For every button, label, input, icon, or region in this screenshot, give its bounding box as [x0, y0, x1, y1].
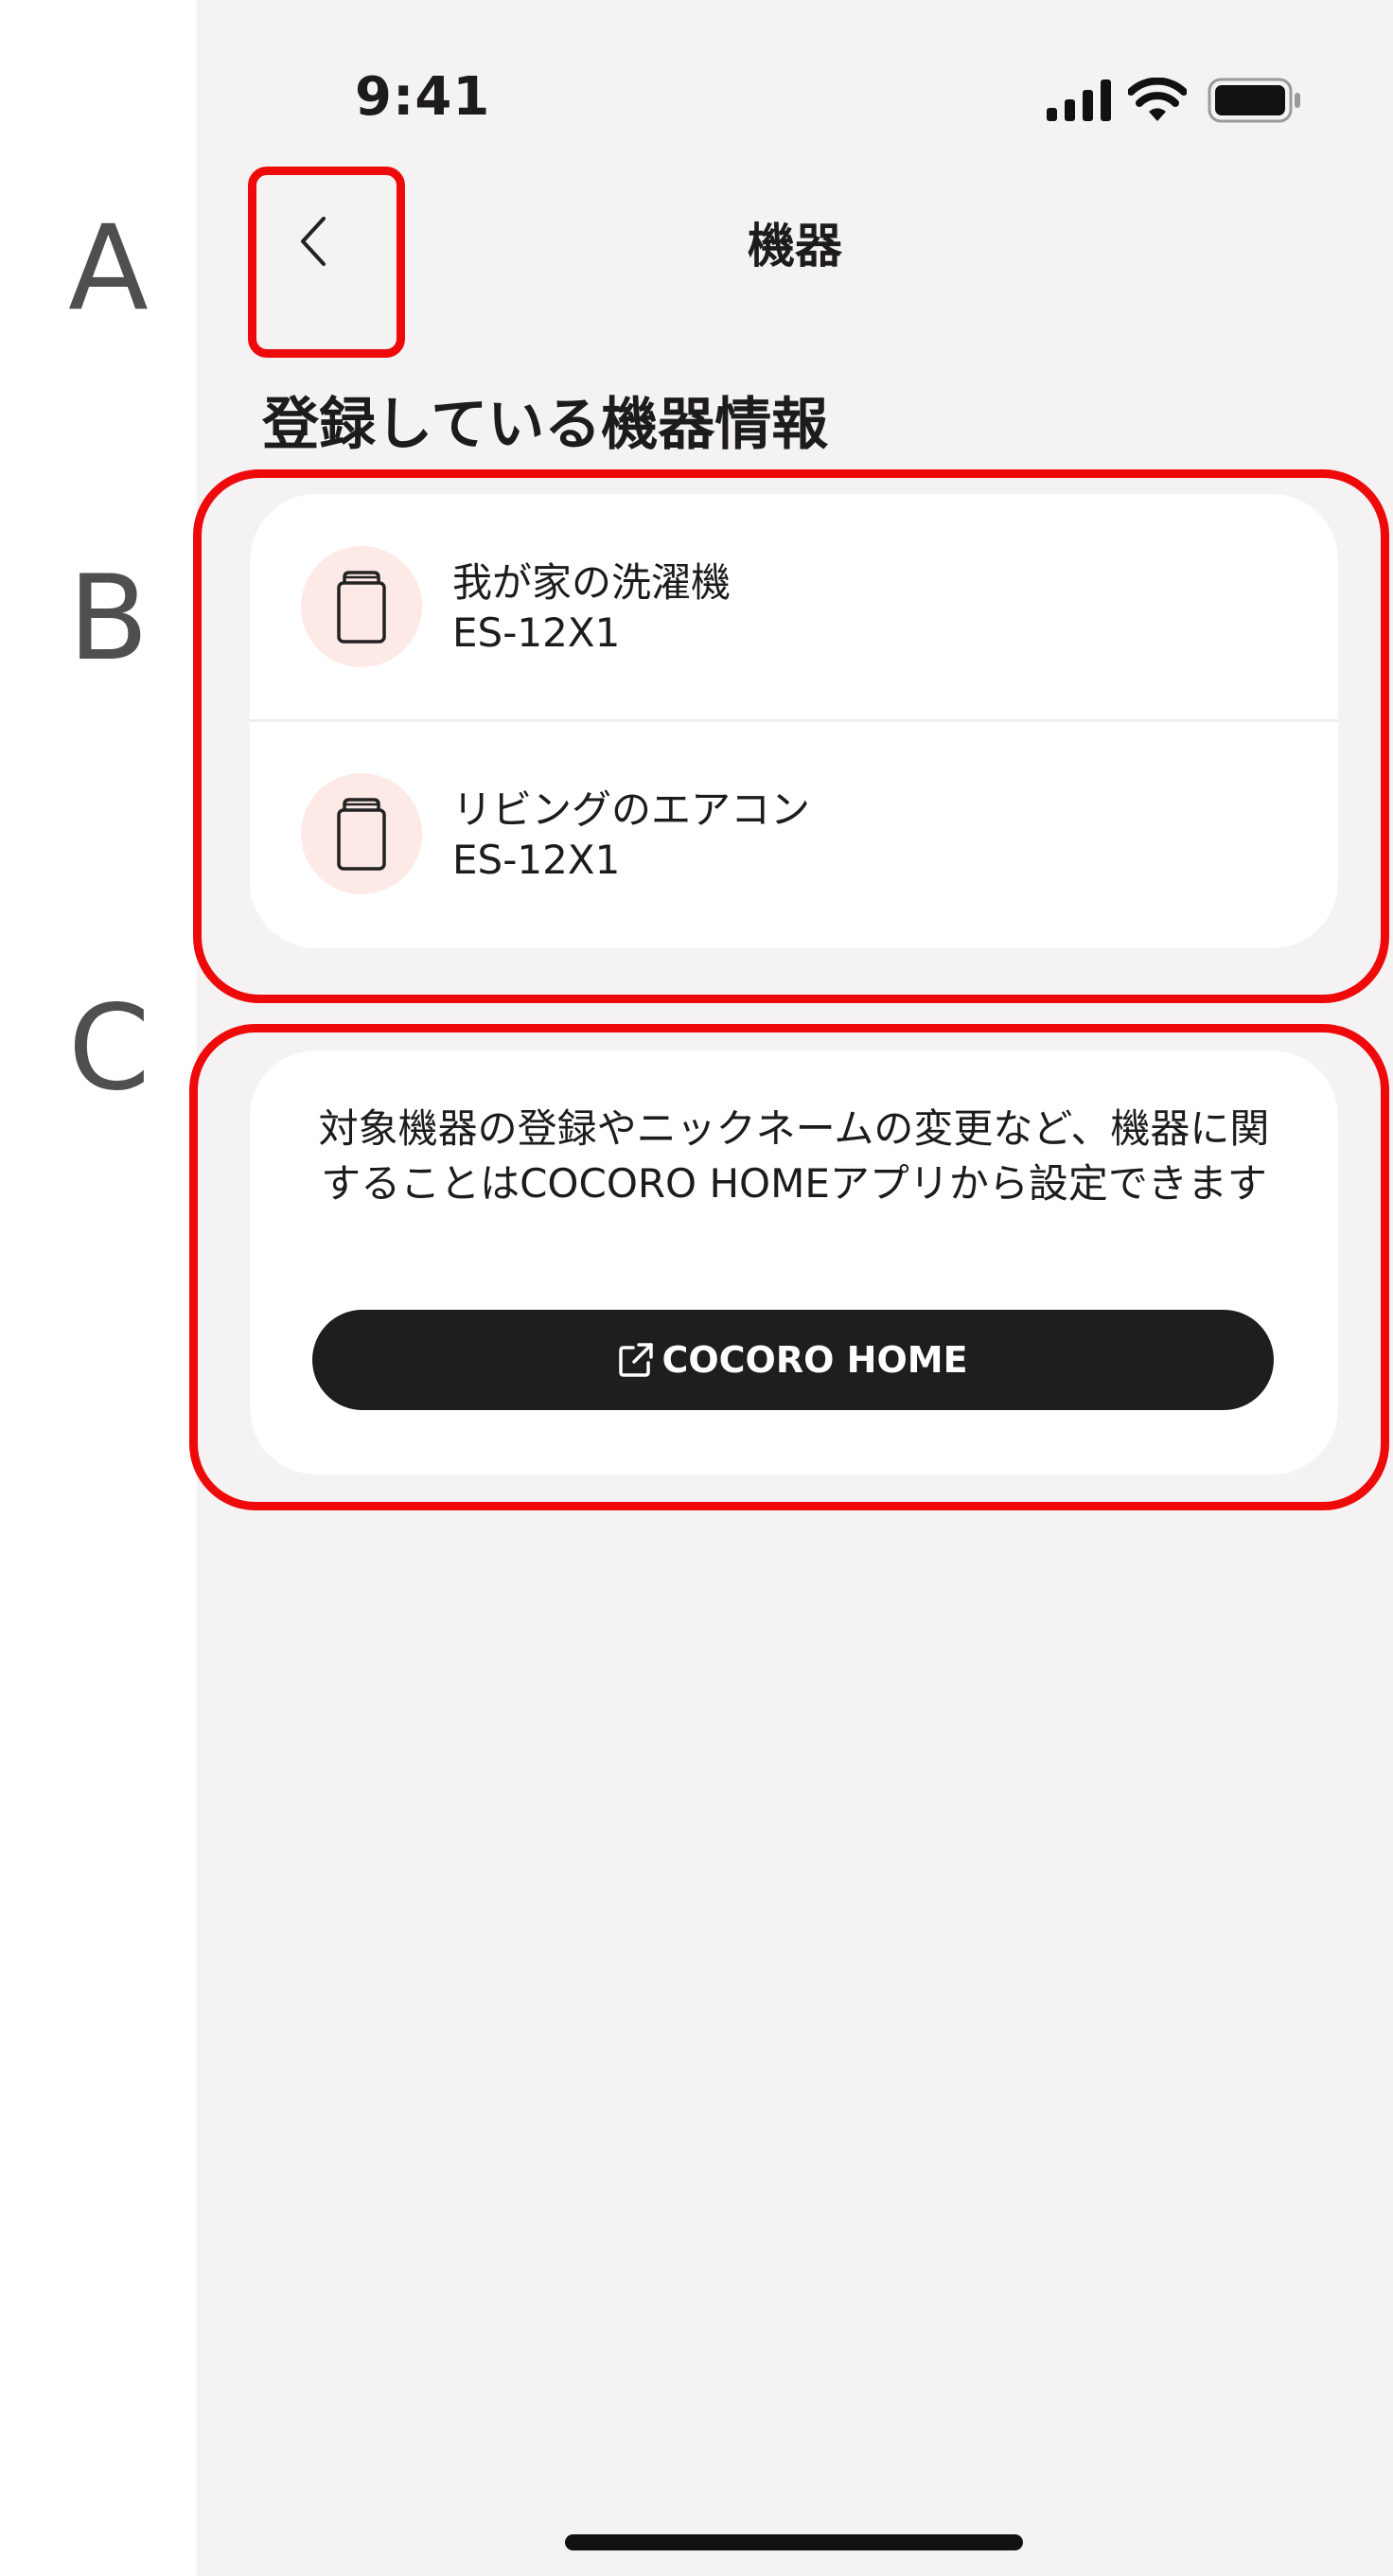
cocoro-home-button-label: COCORO HOME — [661, 1339, 968, 1381]
phone-screen: 9:41 機器 登録している機器情報 我が家の洗濯機 ES-12X1 リビングの… — [197, 0, 1393, 2576]
device-list-item[interactable]: リビングのエアコン ES-12X1 — [250, 721, 1338, 948]
annotation-label-c: C — [68, 980, 150, 1117]
device-model: ES-12X1 — [452, 837, 621, 883]
cocoro-home-button[interactable]: COCORO HOME — [312, 1310, 1274, 1410]
device-icon-badge — [301, 773, 422, 894]
section-title: 登録している機器情報 — [262, 392, 829, 458]
device-model: ES-12X1 — [452, 609, 621, 656]
annotation-label-a: A — [68, 201, 149, 337]
appliance-icon — [337, 798, 386, 871]
signal-icon — [1047, 79, 1111, 121]
device-list-card: 我が家の洗濯機 ES-12X1 リビングのエアコン ES-12X1 — [250, 494, 1338, 948]
device-name: 我が家の洗濯機 — [452, 559, 732, 606]
device-icon-badge — [301, 546, 422, 667]
cocoro-home-info-card: 対象機器の登録やニックネームの変更など、機器に関することはCOCORO HOME… — [250, 1050, 1338, 1474]
device-list-item[interactable]: 我が家の洗濯機 ES-12X1 — [250, 494, 1338, 722]
annotation-label-b: B — [68, 551, 150, 687]
appliance-icon — [337, 571, 386, 644]
device-name: リビングのエアコン — [452, 786, 811, 833]
battery-icon — [1208, 78, 1300, 123]
info-text: 対象機器の登録やニックネームの変更など、機器に関することはCOCORO HOME… — [318, 1105, 1270, 1207]
home-indicator — [565, 2534, 1023, 2550]
status-time: 9:41 — [355, 66, 491, 128]
external-link-icon — [619, 1343, 654, 1377]
nav-title: 機器 — [748, 219, 842, 273]
wifi-icon — [1128, 78, 1187, 121]
